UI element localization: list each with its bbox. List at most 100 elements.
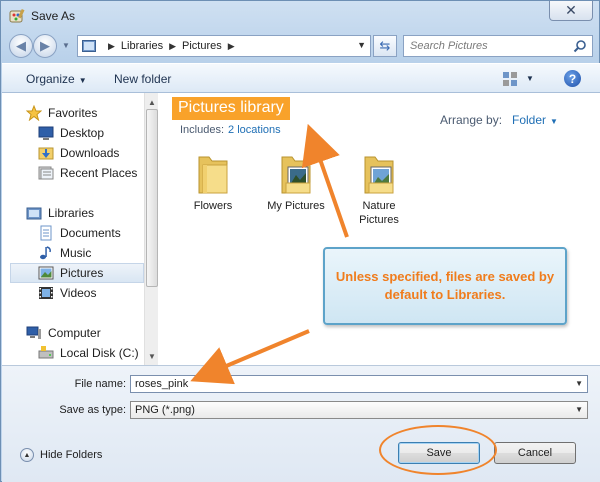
hide-folders-label: Hide Folders [40,449,103,461]
breadcrumb-pictures[interactable]: Pictures [182,40,222,52]
address-dropdown-icon[interactable]: ▼ [357,40,366,50]
hide-folders-button[interactable]: ▲ Hide Folders [20,448,102,462]
cancel-button[interactable]: Cancel [494,442,576,464]
back-arrow-icon: ◀ [16,38,26,53]
new-folder-button[interactable]: New folder [114,72,171,86]
sidebar-item-label: Local Disk (C:) [60,346,139,360]
sidebar-item-desktop[interactable]: Desktop [38,123,180,143]
arrange-by-dropdown[interactable]: Folder ▼ [512,113,558,127]
local-disk-icon [38,346,54,359]
search-box[interactable]: Search Pictures [403,35,593,57]
library-includes: Includes: 2 locations [180,124,281,136]
chevron-up-icon: ▲ [20,448,34,462]
includes-label: Includes: [180,124,225,136]
arrange-by-label: Arrange by: [440,113,503,127]
sidebar-item-label: Libraries [48,206,95,220]
sidebar-item-label: Documents [60,226,121,240]
downloads-icon [38,147,54,160]
save-as-type-select[interactable]: PNG (*.png) ▼ [130,401,588,419]
forward-button[interactable]: ▶ [33,34,57,58]
annotation-callout: Unless specified, files are saved by def… [323,247,567,325]
sidebar-item-label: Music [60,246,92,260]
refresh-button[interactable]: ⇆ [373,35,397,57]
sidebar-item-videos[interactable]: Videos [38,283,180,303]
forward-arrow-icon: ▶ [40,38,50,53]
help-icon[interactable]: ? [564,70,581,87]
folder-label: My Pictures [267,200,325,212]
save-as-type-label: Save as type: [59,404,126,416]
music-icon [40,246,51,260]
search-icon[interactable] [573,39,587,53]
recent-places-icon [38,166,54,180]
navigation-scrollbar[interactable]: ▲ ▼ [144,93,158,365]
view-options-dropdown-icon[interactable]: ▼ [526,74,534,83]
breadcrumb-libraries[interactable]: Libraries [121,40,163,52]
address-bar[interactable]: ▶ Libraries ▶ Pictures ▶ ▼ [77,35,371,57]
scroll-down-icon[interactable]: ▼ [145,349,159,363]
save-as-dialog: Save As ✕ ◀ ▶ ▼ ▶ Libraries ▶ Pictures ▶… [0,0,600,482]
folder-label-line-2: Pictures [359,214,399,226]
sidebar-item-label: Pictures [60,266,104,280]
title-bar[interactable]: Save As ✕ [1,1,599,31]
computer-icon [26,326,41,339]
file-name-field[interactable]: roses_pink ▼ [130,375,588,393]
change-view-icon[interactable] [502,71,518,87]
refresh-icon: ⇆ [379,38,391,53]
sidebar-item-music[interactable]: Music [38,243,180,263]
folder-label: Flowers [193,200,233,212]
documents-icon [40,225,52,241]
library-icon [82,40,96,52]
organize-label: Organize [26,72,75,86]
save-options-panel: File name: roses_pink ▼ Save as type: PN… [2,365,600,482]
sidebar-item-label: Computer [48,326,101,340]
sidebar-item-recent-places[interactable]: Recent Places [38,163,180,183]
folder-flowers[interactable]: Flowers [168,153,258,213]
libraries-icon [26,207,42,220]
window-title: Save As [31,9,76,23]
folder-nature-pictures[interactable]: Nature Pictures [334,153,424,227]
sidebar-item-documents[interactable]: Documents [38,223,180,243]
library-title: Pictures library [172,97,290,120]
sidebar-item-label: Favorites [48,106,98,120]
scrollbar-thumb[interactable] [146,109,158,287]
close-icon: ✕ [565,2,577,18]
recent-pages-dropdown-icon[interactable]: ▼ [62,41,70,50]
save-as-type-value: PNG (*.png) [135,404,195,416]
breadcrumb-separator-icon[interactable]: ▶ [108,41,115,52]
save-highlight-ring [379,425,497,475]
locations-link[interactable]: 2 locations [228,124,281,136]
chevron-down-icon[interactable]: ▼ [575,379,583,388]
folder-label: Nature [362,200,396,212]
back-button[interactable]: ◀ [9,34,33,58]
sidebar-item-downloads[interactable]: Downloads [38,143,180,163]
breadcrumb-separator-icon[interactable]: ▶ [169,41,176,52]
file-name-value: roses_pink [135,378,189,390]
scroll-up-icon[interactable]: ▲ [145,95,159,109]
folder-icon [198,156,228,194]
sidebar-item-pictures[interactable]: Pictures [10,263,144,283]
chevron-down-icon: ▼ [78,76,87,85]
folder-with-photo-icon [281,156,311,194]
navigation-bar: ◀ ▶ ▼ ▶ Libraries ▶ Pictures ▶ ▼ ⇆ Searc… [7,33,595,59]
organize-button[interactable]: Organize ▼ [26,72,87,86]
videos-icon [39,287,53,299]
folder-my-pictures[interactable]: My Pictures [251,153,341,213]
file-name-label: File name: [74,378,126,390]
star-icon [26,105,42,121]
navigation-pane: Favorites Desktop Downloads Recent Place… [2,93,158,365]
search-input[interactable]: Search Pictures [410,40,488,52]
sidebar-item-label: Downloads [60,146,120,160]
chevron-down-icon: ▼ [550,117,558,126]
desktop-icon [38,126,54,140]
breadcrumb-separator-icon[interactable]: ▶ [228,41,235,52]
command-toolbar: Organize ▼ New folder ▼ ? [2,63,600,93]
paint-app-icon [9,8,25,23]
chevron-down-icon: ▼ [575,405,583,414]
sidebar-item-label: Recent Places [60,166,138,180]
pictures-icon [38,266,54,280]
sidebar-item-label: Videos [60,286,97,300]
sidebar-item-label: Desktop [60,126,105,140]
arrange-by-value: Folder [512,113,547,127]
folder-with-photo-icon [364,156,394,194]
close-button[interactable]: ✕ [549,1,593,21]
